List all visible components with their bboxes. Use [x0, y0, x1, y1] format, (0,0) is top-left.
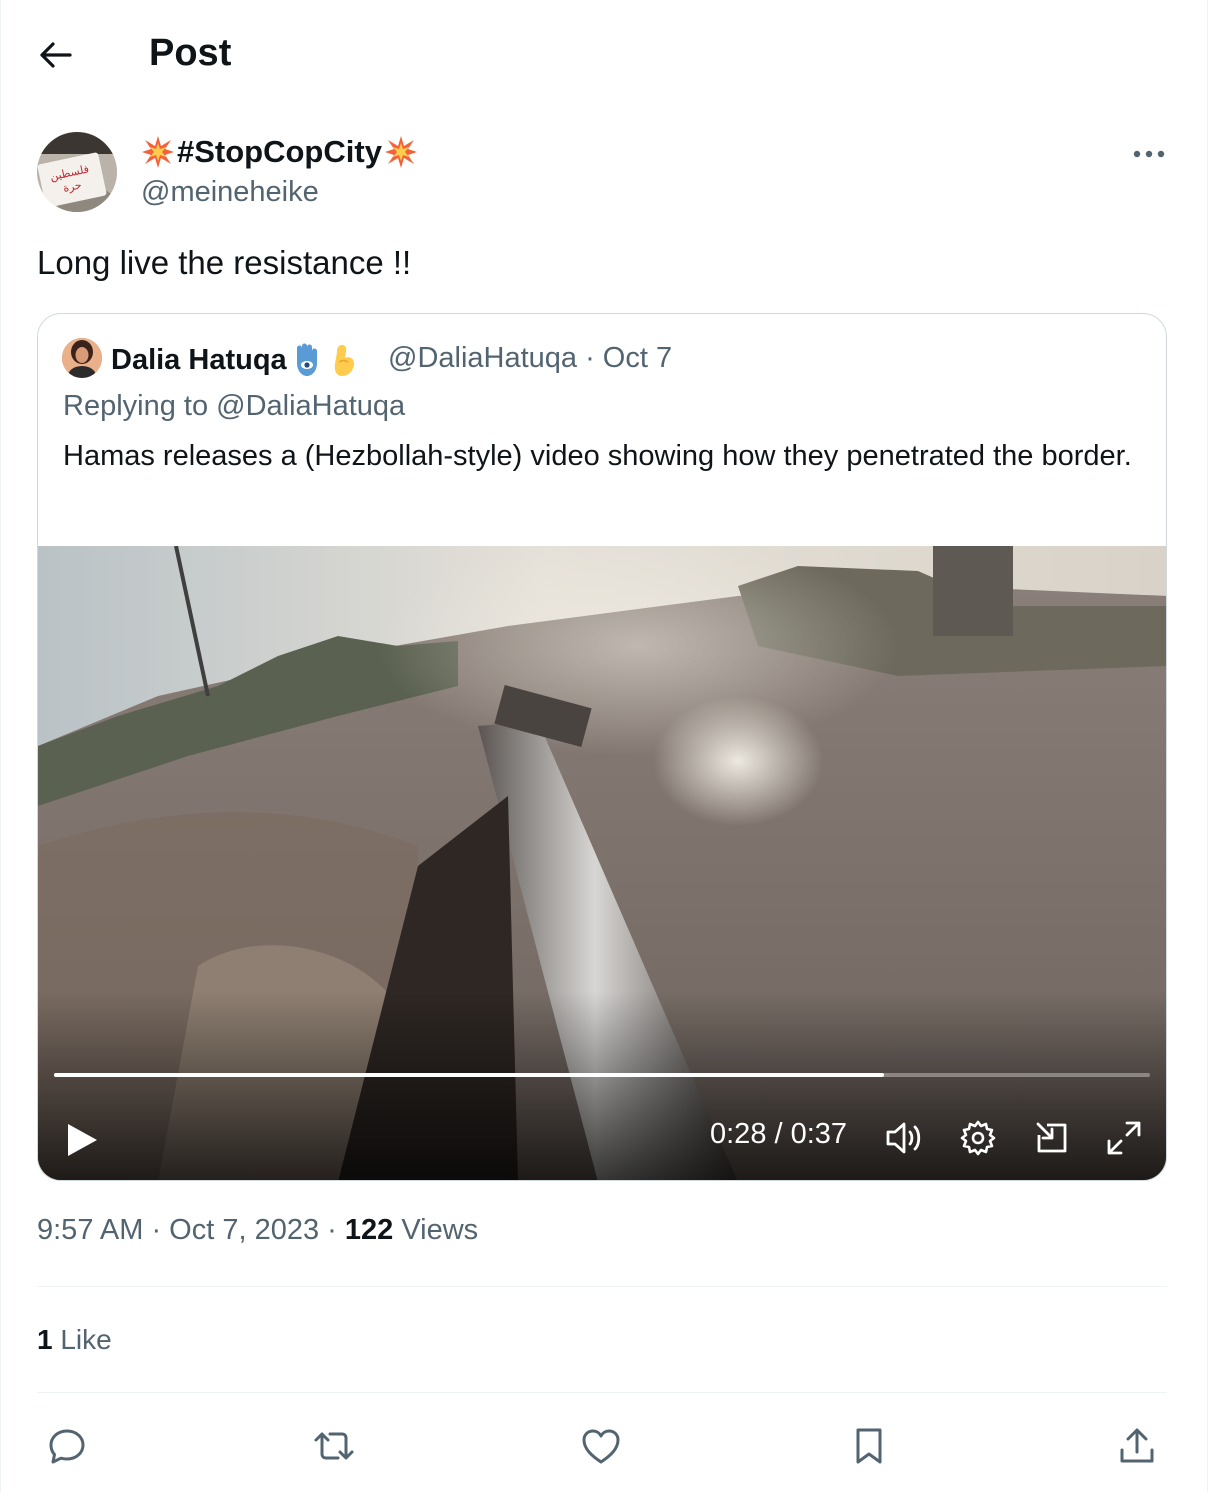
dock-button[interactable] [1028, 1114, 1076, 1162]
avatar[interactable]: فلسطين حرة [37, 132, 117, 212]
video-progress-fill [54, 1073, 884, 1077]
views-label: Views [393, 1214, 479, 1246]
quoted-tweet[interactable]: Dalia Hatuqa @DaliaHatuqa · Oct 7 Replyi… [37, 313, 1167, 1181]
quoted-display-name[interactable]: Dalia Hatuqa [111, 342, 363, 378]
retweet-icon [314, 1432, 354, 1460]
views-count: 122 [344, 1214, 394, 1246]
more-icon [1133, 150, 1165, 158]
like-icon [582, 1429, 620, 1464]
hamsa-emoji-icon [296, 343, 317, 376]
play-button[interactable] [58, 1116, 106, 1164]
display-name-text: #StopCopCity [177, 134, 382, 169]
bookmark-icon [856, 1428, 882, 1464]
quoted-display-name-text: Dalia Hatuqa [111, 343, 287, 376]
header: Post [1, 0, 1207, 110]
quoted-meta: @DaliaHatuqa · Oct 7 [388, 342, 673, 374]
display-name[interactable]: #StopCopCity [141, 134, 418, 170]
settings-icon [960, 1120, 996, 1156]
quoted-avatar[interactable] [62, 338, 102, 378]
quoted-text: Hamas releases a (Hezbollah-style) video… [63, 440, 1132, 472]
share-icon [1120, 1428, 1154, 1463]
page-title: Post [149, 32, 232, 74]
post-timestamp[interactable]: 9:57 AM · Oct 7, 2023 · [37, 1214, 345, 1246]
action-bar [1, 1410, 1207, 1480]
explosion-emoji-icon [142, 136, 174, 168]
back-arrow-icon [40, 42, 72, 68]
video-frame [38, 546, 1166, 1180]
pinched-fingers-emoji-icon [334, 344, 354, 376]
reply-button[interactable] [37, 1416, 97, 1476]
fullscreen-button[interactable] [1100, 1114, 1148, 1162]
volume-icon [886, 1122, 921, 1154]
tweet-text: Long live the resistance !! [37, 244, 412, 281]
dock-icon [1036, 1122, 1067, 1153]
retweet-button[interactable] [304, 1416, 364, 1476]
more-button[interactable] [1121, 134, 1177, 174]
handle[interactable]: @meineheike [141, 176, 319, 209]
like-button[interactable] [571, 1416, 631, 1476]
video-progress-bar[interactable] [54, 1073, 1150, 1077]
likes-count: 1 [37, 1324, 53, 1355]
divider [37, 1286, 1167, 1287]
settings-button[interactable] [954, 1114, 1002, 1162]
post-timestamp-row: 9:57 AM · Oct 7, 2023 · 122 Views [37, 1214, 478, 1247]
back-button[interactable] [31, 34, 81, 76]
likes-row[interactable]: 1 Like [37, 1324, 112, 1356]
quoted-replying-to[interactable]: Replying to @DaliaHatuqa [63, 390, 405, 423]
volume-button[interactable] [880, 1114, 928, 1162]
play-icon [68, 1124, 97, 1156]
share-button[interactable] [1107, 1416, 1167, 1476]
fullscreen-icon [1107, 1121, 1141, 1155]
likes-label: Like [52, 1324, 112, 1355]
divider [37, 1392, 1167, 1393]
explosion-emoji-icon [384, 136, 417, 168]
reply-icon [49, 1429, 85, 1464]
post-page: Post فلسطين حرة #StopCopCity @meineheike… [0, 0, 1208, 1492]
video-player[interactable]: 0:28 / 0:37 [38, 546, 1166, 1180]
video-time: 0:28 / 0:37 [710, 1118, 848, 1150]
bookmark-button[interactable] [839, 1416, 899, 1476]
